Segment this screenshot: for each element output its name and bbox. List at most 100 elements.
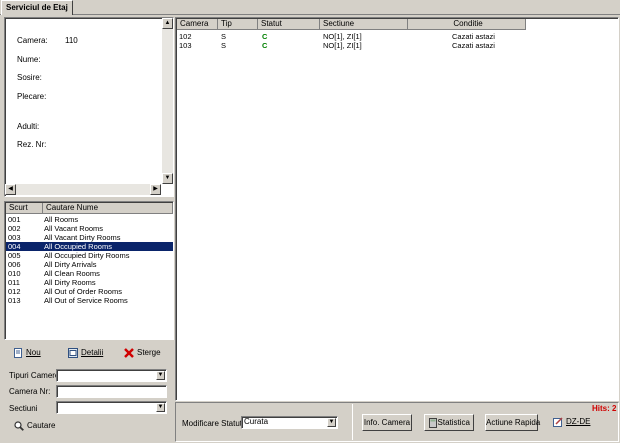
room-info-panel: Camera: 110 Nume: Sosire: Plecare: Adult… bbox=[4, 17, 174, 197]
search-name: All Vacant Rooms bbox=[44, 224, 104, 233]
plecare-label: Plecare: bbox=[17, 92, 47, 101]
search-code: 012 bbox=[8, 287, 21, 296]
cautare-label: Cautare bbox=[27, 421, 56, 430]
sectiuni-label: Sectiuni bbox=[9, 404, 38, 413]
nou-label: Nou bbox=[26, 348, 41, 357]
table-row[interactable]: 102 S C NO[1], ZI[1] Cazati astazi bbox=[177, 32, 617, 41]
scroll-up-icon[interactable]: ▲ bbox=[162, 18, 173, 29]
hits-count: Hits: 2 bbox=[592, 404, 617, 413]
search-name: All Clean Rooms bbox=[44, 269, 100, 278]
search-list: 001 All Rooms 002 All Vacant Rooms 003 All Va… bbox=[6, 215, 173, 305]
info-vertical-scrollbar[interactable]: ▲ ▼ bbox=[162, 18, 173, 184]
column-header-scurt[interactable]: Scurt bbox=[6, 203, 43, 214]
statistica-button[interactable]: Statistica bbox=[424, 414, 474, 431]
camera-label: Camera: bbox=[17, 36, 48, 45]
camera-nr-input[interactable] bbox=[56, 385, 167, 398]
chevron-down-icon[interactable]: ▼ bbox=[156, 371, 165, 380]
chevron-down-icon[interactable]: ▼ bbox=[156, 403, 165, 412]
detalii-button[interactable]: Detalii bbox=[68, 347, 103, 359]
search-code: 011 bbox=[8, 278, 20, 287]
column-header-tip[interactable]: Tip bbox=[218, 19, 258, 30]
search-code: 002 bbox=[8, 224, 21, 233]
search-name: All Dirty Rooms bbox=[44, 278, 96, 287]
search-name: All Out of Service Rooms bbox=[44, 296, 128, 305]
search-name: All Occupied Rooms bbox=[44, 242, 112, 251]
scroll-right-icon[interactable]: ▶ bbox=[150, 184, 161, 195]
rooms-list: 102 S C NO[1], ZI[1] Cazati astazi 103 S C NO[1]… bbox=[177, 32, 617, 50]
list-item[interactable]: 010 All Clean Rooms bbox=[6, 269, 173, 278]
cell-tip: S bbox=[221, 41, 227, 50]
statut-select[interactable]: Curata ▼ bbox=[241, 416, 338, 429]
scroll-down-icon[interactable]: ▼ bbox=[162, 173, 173, 184]
statut-value: Curata bbox=[244, 417, 269, 426]
list-item[interactable]: 006 All Dirty Arrivals bbox=[6, 260, 173, 269]
nume-label: Nume: bbox=[17, 55, 41, 64]
list-item[interactable]: 012 All Out of Order Rooms bbox=[6, 287, 173, 296]
info-horizontal-scrollbar[interactable]: ◀ ▶ bbox=[5, 184, 161, 195]
dz-de-button[interactable]: DZ-DE bbox=[553, 416, 590, 428]
actiune-rapida-label: Actiune Rapida bbox=[486, 418, 541, 427]
tab-serviciul-de-etaj[interactable]: Serviciul de Etaj bbox=[1, 0, 73, 15]
search-icon bbox=[14, 421, 24, 431]
info-camera-label: Info. Camera bbox=[363, 418, 411, 427]
calculator-icon bbox=[429, 418, 437, 428]
search-code: 004 bbox=[8, 242, 21, 251]
tipuri-camere-label: Tipuri Camere bbox=[9, 371, 60, 380]
sterge-button[interactable]: Sterge bbox=[124, 347, 161, 359]
list-item[interactable]: 004 All Occupied Rooms bbox=[6, 242, 173, 251]
tipuri-camere-select[interactable]: ▼ bbox=[56, 369, 167, 382]
list-item[interactable]: 013 All Out of Service Rooms bbox=[6, 296, 173, 305]
list-item[interactable]: 001 All Rooms bbox=[6, 215, 173, 224]
column-header-camera[interactable]: Camera bbox=[177, 19, 218, 30]
cell-camera: 102 bbox=[179, 32, 192, 41]
scroll-left-icon[interactable]: ◀ bbox=[5, 184, 16, 195]
search-code: 006 bbox=[8, 260, 21, 269]
chevron-down-icon[interactable]: ▼ bbox=[327, 418, 336, 427]
info-camera-button[interactable]: Info. Camera bbox=[362, 414, 412, 431]
column-header-statut[interactable]: Statut bbox=[258, 19, 320, 30]
camera-nr-label: Camera Nr: bbox=[9, 387, 51, 396]
cell-statut: C bbox=[262, 32, 268, 41]
search-code: 003 bbox=[8, 233, 21, 242]
edit-icon bbox=[553, 417, 563, 427]
statistica-label: Statistica bbox=[437, 418, 470, 427]
search-list-panel: Scurt Cautare Nume 001 All Rooms 002 All Va… bbox=[4, 201, 174, 340]
search-name: All Rooms bbox=[44, 215, 79, 224]
cautare-button[interactable]: Cautare bbox=[14, 420, 55, 432]
adulti-label: Adulti: bbox=[17, 122, 40, 131]
details-icon bbox=[68, 347, 78, 358]
list-item[interactable]: 002 All Vacant Rooms bbox=[6, 224, 173, 233]
sterge-label: Sterge bbox=[137, 348, 161, 357]
column-header-cautare-nume[interactable]: Cautare Nume bbox=[43, 203, 173, 214]
camera-value: 110 bbox=[65, 36, 78, 45]
nou-button[interactable]: Nou bbox=[13, 347, 41, 359]
cell-conditie: Cazati astazi bbox=[452, 41, 495, 50]
tab-bar: Serviciul de Etaj bbox=[0, 0, 620, 15]
list-item[interactable]: 011 All Dirty Rooms bbox=[6, 278, 173, 287]
delete-icon bbox=[124, 348, 134, 358]
search-name: All Out of Order Rooms bbox=[44, 287, 122, 296]
search-code: 001 bbox=[8, 215, 21, 224]
toolbar-divider bbox=[352, 404, 353, 440]
new-document-icon bbox=[14, 347, 22, 358]
column-header-conditie[interactable]: Conditie bbox=[408, 19, 526, 30]
cell-sectiune: NO[1], ZI[1] bbox=[323, 32, 362, 41]
sectiuni-select[interactable]: ▼ bbox=[56, 401, 167, 414]
search-code: 013 bbox=[8, 296, 21, 305]
search-code: 005 bbox=[8, 251, 21, 260]
column-header-sectiune[interactable]: Sectiune bbox=[320, 19, 408, 30]
table-row[interactable]: 103 S C NO[1], ZI[1] Cazati astazi bbox=[177, 41, 617, 50]
sosire-label: Sosire: bbox=[17, 73, 42, 82]
cell-sectiune: NO[1], ZI[1] bbox=[323, 41, 362, 50]
list-item[interactable]: 003 All Vacant Dirty Rooms bbox=[6, 233, 173, 242]
actiune-rapida-button[interactable]: Actiune Rapida bbox=[485, 414, 541, 431]
cell-tip: S bbox=[221, 32, 227, 41]
dz-de-label: DZ-DE bbox=[566, 417, 591, 426]
cell-statut: C bbox=[262, 41, 268, 50]
rez-nr-label: Rez. Nr: bbox=[17, 140, 47, 149]
detalii-label: Detalii bbox=[81, 348, 104, 357]
modificare-statut-label: Modificare Statut bbox=[182, 419, 243, 428]
list-item[interactable]: 005 All Occupied Dirty Rooms bbox=[6, 251, 173, 260]
search-code: 010 bbox=[8, 269, 21, 278]
rooms-grid: Camera Tip Statut Sectiune Conditie 102 S… bbox=[175, 17, 619, 401]
